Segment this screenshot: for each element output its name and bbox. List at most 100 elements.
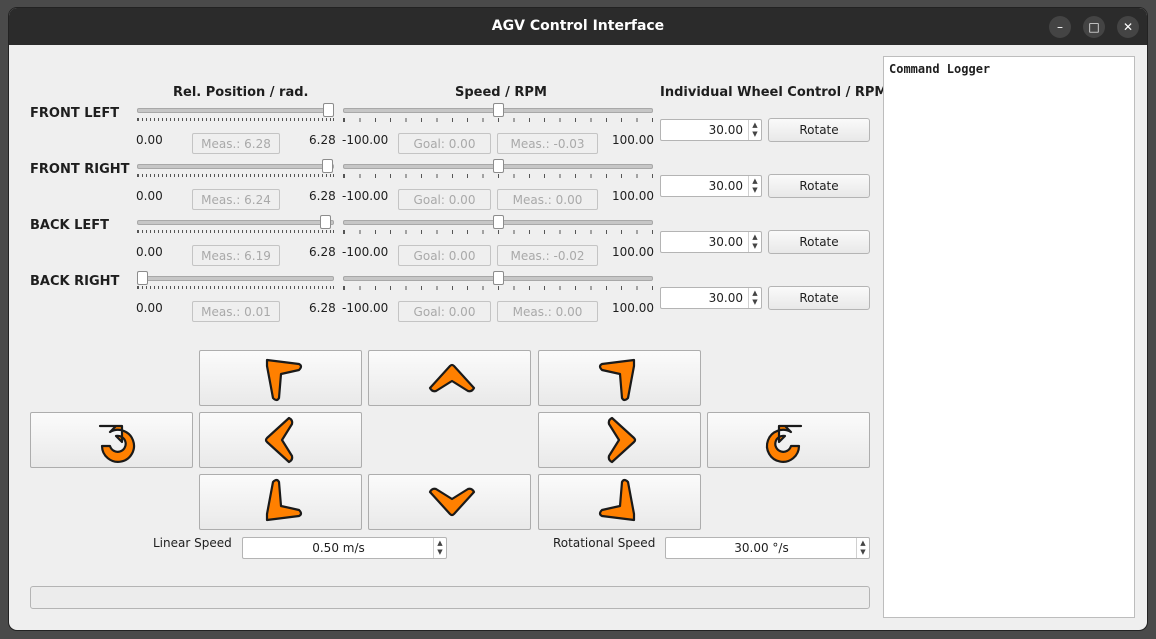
spin-arrows-icon[interactable]: ▲ ▼ — [748, 288, 761, 308]
rotate-button[interactable]: Rotate — [768, 286, 870, 310]
arrow-forward-right-button[interactable] — [538, 350, 701, 406]
speed-goal-field: Goal: 0.00 — [398, 189, 491, 210]
spin-arrows-icon[interactable]: ▲ ▼ — [748, 120, 761, 140]
slider-handle[interactable] — [492, 215, 504, 229]
speed-slider[interactable] — [343, 215, 653, 234]
speed-slider[interactable] — [343, 271, 653, 290]
slider-handle[interactable] — [321, 159, 333, 173]
wheel-label: FRONT RIGHT — [30, 162, 130, 177]
close-icon[interactable]: ✕ — [1117, 16, 1139, 38]
position-slider[interactable] — [137, 103, 334, 121]
position-max-label: 6.28 — [309, 245, 336, 259]
slider-handle[interactable] — [323, 103, 334, 117]
position-min-label: 0.00 — [136, 189, 163, 203]
position-column-header: Rel. Position / rad. — [173, 85, 309, 100]
slider-ticks — [343, 174, 653, 178]
wheel-rpm-spinbox[interactable]: 30.00 ▲ ▼ — [660, 287, 762, 309]
speed-max-label: 100.00 — [612, 245, 654, 259]
command-logger[interactable]: Command Logger — [883, 56, 1135, 618]
arrow-right-button[interactable] — [538, 412, 701, 468]
arrow-back-left-button[interactable] — [199, 474, 362, 530]
slider-ticks — [343, 286, 653, 290]
position-min-label: 0.00 — [136, 301, 163, 315]
wheel-label: BACK LEFT — [30, 218, 110, 233]
position-max-label: 6.28 — [309, 189, 336, 203]
title-bar: AGV Control Interface – □ ✕ — [9, 8, 1147, 45]
rotate-counterclockwise-icon — [98, 424, 135, 463]
speed-min-label: -100.00 — [342, 301, 389, 315]
slider-handle[interactable] — [492, 271, 504, 285]
slider-ticks — [137, 286, 334, 289]
arrow-up-button[interactable] — [368, 350, 531, 406]
wheel-rpm-spinbox[interactable]: 30.00 ▲ ▼ — [660, 175, 762, 197]
slider-handle[interactable] — [492, 159, 504, 173]
spin-arrows-icon[interactable]: ▲ ▼ — [856, 538, 869, 558]
speed-goal-field: Goal: 0.00 — [398, 133, 491, 154]
maximize-icon[interactable]: □ — [1083, 16, 1105, 38]
wheel-label: FRONT LEFT — [30, 106, 120, 121]
speed-measured-field: Meas.: -0.03 — [497, 133, 598, 154]
position-min-label: 0.00 — [136, 133, 163, 147]
wheel-rpm-spinbox[interactable]: 30.00 ▲ ▼ — [660, 119, 762, 141]
arrow-up-icon — [428, 363, 475, 393]
speed-goal-field: Goal: 0.00 — [398, 245, 491, 266]
position-measured-field: Meas.: 6.19 — [192, 245, 280, 266]
slider-handle[interactable] — [137, 271, 149, 285]
arrow-left-icon — [264, 416, 293, 464]
slider-ticks — [137, 230, 334, 233]
speed-min-label: -100.00 — [342, 245, 389, 259]
speed-min-label: -100.00 — [342, 189, 389, 203]
slider-handle[interactable] — [320, 215, 332, 229]
arrow-down-icon — [428, 487, 475, 517]
position-slider[interactable] — [137, 271, 334, 289]
spin-arrows-icon[interactable]: ▲ ▼ — [433, 538, 446, 558]
rotate-clockwise-icon — [765, 424, 802, 463]
minimize-icon[interactable]: – — [1049, 16, 1071, 38]
speed-slider[interactable] — [343, 103, 653, 122]
slider-ticks — [137, 118, 334, 121]
rotational-speed-label: Rotational Speed — [553, 536, 656, 550]
speed-slider[interactable] — [343, 159, 653, 178]
spin-arrows-icon[interactable]: ▲ ▼ — [748, 176, 761, 196]
arrow-left-button[interactable] — [199, 412, 362, 468]
wheel-rpm-value: 30.00 — [708, 235, 743, 249]
wheel-rpm-spinbox[interactable]: 30.00 ▲ ▼ — [660, 231, 762, 253]
position-max-label: 6.28 — [309, 301, 336, 315]
arrow-down-button[interactable] — [368, 474, 531, 530]
slider-ticks — [343, 230, 653, 234]
position-max-label: 6.28 — [309, 133, 336, 147]
arrow-forward-left-icon — [265, 358, 302, 402]
speed-max-label: 100.00 — [612, 133, 654, 147]
wheel-rpm-value: 30.00 — [708, 291, 743, 305]
arrow-back-right-icon — [598, 478, 635, 522]
slider-groove — [137, 108, 334, 113]
speed-goal-field: Goal: 0.00 — [398, 301, 491, 322]
rotate-button[interactable]: Rotate — [768, 174, 870, 198]
arrow-back-right-button[interactable] — [538, 474, 701, 530]
position-slider[interactable] — [137, 215, 334, 233]
slider-ticks — [343, 118, 653, 122]
rotate-button[interactable]: Rotate — [768, 118, 870, 142]
position-measured-field: Meas.: 0.01 — [192, 301, 280, 322]
speed-measured-field: Meas.: -0.02 — [497, 245, 598, 266]
speed-measured-field: Meas.: 0.00 — [497, 189, 598, 210]
rotate-clockwise-button[interactable] — [707, 412, 870, 468]
wheel-control-column-header: Individual Wheel Control / RPM — [660, 85, 888, 100]
rotational-speed-value: 30.00 °/s — [734, 541, 789, 555]
spin-arrows-icon[interactable]: ▲ ▼ — [748, 232, 761, 252]
rotational-speed-spinbox[interactable]: 30.00 °/s ▲ ▼ — [665, 537, 870, 559]
position-slider[interactable] — [137, 159, 334, 177]
rotate-counterclockwise-button[interactable] — [30, 412, 193, 468]
rotate-button[interactable]: Rotate — [768, 230, 870, 254]
arrow-back-left-icon — [265, 478, 302, 522]
slider-groove — [137, 276, 334, 281]
wheel-label: BACK RIGHT — [30, 274, 120, 289]
arrow-forward-right-icon — [598, 358, 635, 402]
slider-groove — [137, 220, 334, 225]
position-min-label: 0.00 — [136, 245, 163, 259]
slider-handle[interactable] — [492, 103, 504, 117]
status-bar — [30, 586, 870, 609]
arrow-forward-left-button[interactable] — [199, 350, 362, 406]
slider-ticks — [137, 174, 334, 177]
linear-speed-spinbox[interactable]: 0.50 m/s ▲ ▼ — [242, 537, 447, 559]
